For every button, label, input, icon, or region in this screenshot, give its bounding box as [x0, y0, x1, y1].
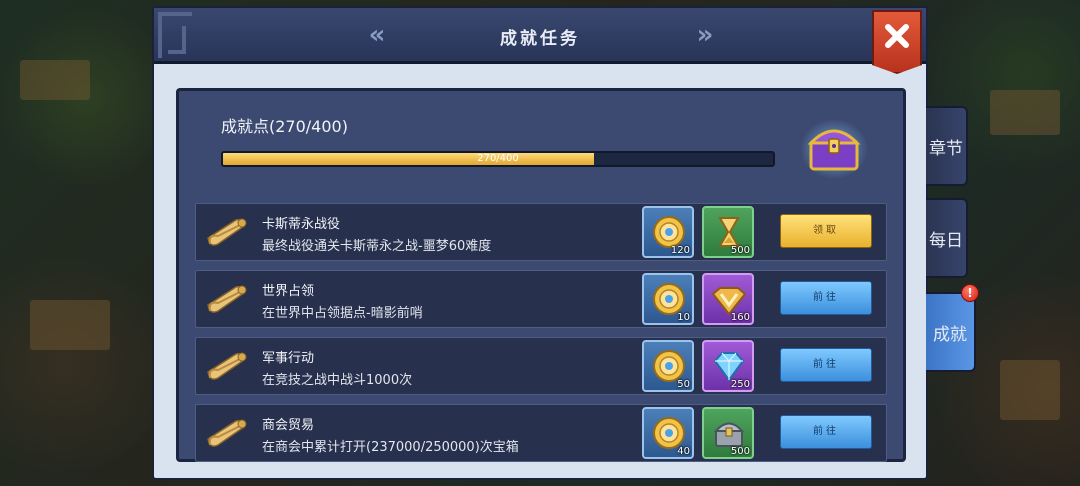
go-button[interactable]: 前往 [780, 281, 872, 315]
reward-quantity: 40 [677, 446, 690, 457]
reward-quantity: 500 [730, 245, 750, 256]
tab-chapter[interactable]: 章节 [926, 106, 968, 186]
tab-label: 成就 [933, 324, 967, 345]
task-row: 军事行动 在竞技之战中战斗1000次 50 250 前往 [195, 337, 887, 395]
background-building [20, 60, 90, 100]
go-button[interactable]: 前往 [780, 415, 872, 449]
close-button[interactable] [872, 10, 922, 74]
window-title: 成就任务 [500, 29, 580, 49]
task-row: 世界占领 在世界中占领据点-暗影前哨 10 160 前往 [195, 270, 887, 328]
task-row: 卡斯蒂永战役 最终战役通关卡斯蒂永之战-噩梦60难度 120 500 领取 [195, 203, 887, 261]
reward-chest[interactable]: 500 [702, 407, 754, 459]
task-description: 在商会中累计打开(237000/250000)次宝箱 [262, 440, 519, 455]
background-building [990, 90, 1060, 135]
reward-coin[interactable]: 10 [642, 273, 694, 325]
scroll-icon [207, 285, 247, 313]
reward-coin[interactable]: 120 [642, 206, 694, 258]
background-building [1000, 360, 1060, 420]
task-description: 最终战役通关卡斯蒂永之战-噩梦60难度 [262, 239, 492, 254]
achievement-progress-bar: 270/400 [221, 151, 775, 167]
reward-quantity: 160 [730, 312, 750, 323]
reward-quantity: 10 [677, 312, 690, 323]
reward-quantity: 120 [670, 245, 690, 256]
reward-coin[interactable]: 50 [642, 340, 694, 392]
task-title: 军事行动 [262, 351, 315, 366]
task-title: 世界占领 [262, 284, 315, 299]
task-row: 商会贸易 在商会中累计打开(237000/250000)次宝箱 40 500 前… [195, 404, 887, 462]
reward-quantity: 500 [730, 446, 750, 457]
task-description: 在世界中占领据点-暗影前哨 [262, 306, 423, 321]
tab-label: 每日 [929, 230, 963, 251]
window-titlebar: « 成就任务 » [154, 8, 926, 64]
close-icon [885, 24, 909, 48]
task-title: 商会贸易 [262, 418, 315, 433]
scroll-icon [207, 419, 247, 447]
notification-badge: ! [961, 284, 979, 302]
task-title: 卡斯蒂永战役 [262, 217, 341, 232]
progress-text: 270/400 [477, 153, 519, 164]
achievement-window: « 成就任务 » 成就点(270/400) 270/400 卡斯蒂永战役 最终战… [152, 6, 928, 480]
tab-daily[interactable]: 每日 [926, 198, 968, 278]
tab-label: 章节 [929, 138, 963, 159]
reward-v-badge[interactable]: 160 [702, 273, 754, 325]
reward-quantity: 250 [730, 379, 750, 390]
scroll-icon [207, 352, 247, 380]
go-button[interactable]: 前往 [780, 348, 872, 382]
reward-diamond[interactable]: 250 [702, 340, 754, 392]
task-description: 在竞技之战中战斗1000次 [262, 373, 413, 388]
next-arrow-button[interactable]: » [690, 22, 720, 48]
scroll-icon [207, 218, 247, 246]
achievement-panel: 成就点(270/400) 270/400 卡斯蒂永战役 最终战役通关卡斯蒂永之战… [176, 88, 906, 462]
reward-quantity: 50 [677, 379, 690, 390]
achievement-points-label: 成就点(270/400) [221, 117, 348, 136]
reward-chest-icon[interactable] [799, 115, 869, 179]
background-building [30, 300, 110, 350]
reward-coin[interactable]: 40 [642, 407, 694, 459]
reward-hourglass[interactable]: 500 [702, 206, 754, 258]
tab-achievement[interactable]: 成就 [926, 292, 976, 372]
claim-button[interactable]: 领取 [780, 214, 872, 248]
